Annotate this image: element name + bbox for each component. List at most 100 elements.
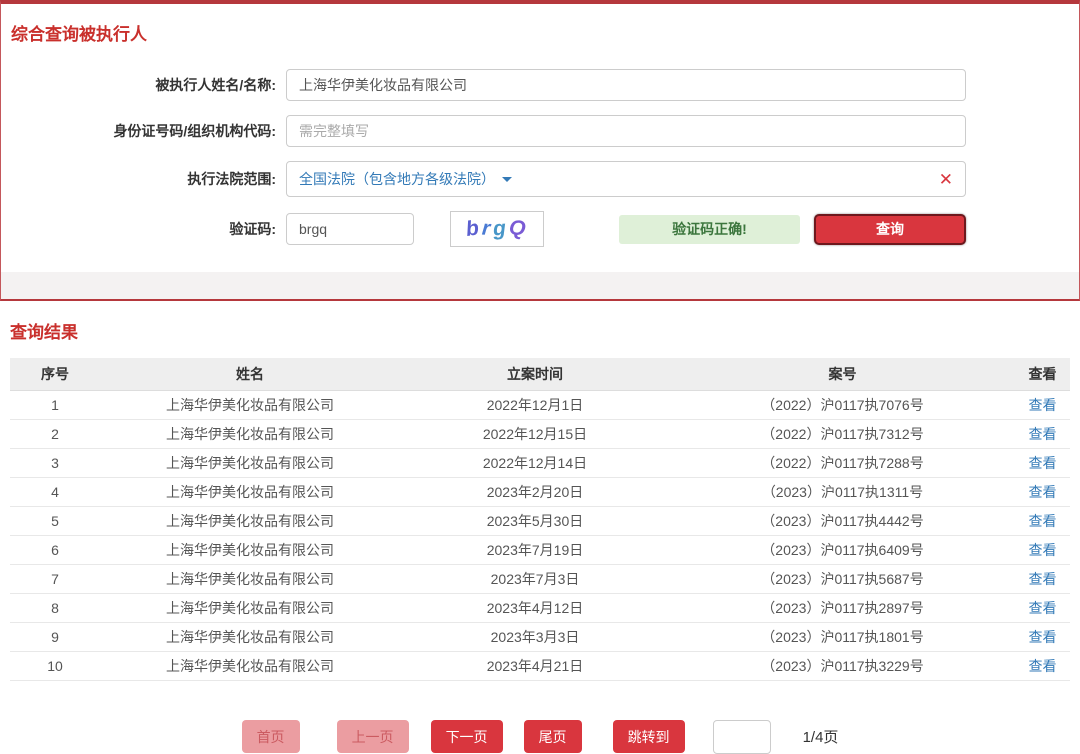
first-page-button[interactable]: 首页 <box>242 720 300 753</box>
row-date: 2023年5月30日 <box>400 506 670 535</box>
row-name: 上海华伊美化妆品有限公司 <box>100 622 400 651</box>
results-table: 序号 姓名 立案时间 案号 查看 1 上海华伊美化妆品有限公司 2022年12月… <box>10 358 1070 681</box>
results-title: 查询结果 <box>10 318 1070 343</box>
id-input[interactable] <box>286 115 966 147</box>
row-date: 2023年2月20日 <box>400 477 670 506</box>
row-name: 上海华伊美化妆品有限公司 <box>100 535 400 564</box>
row-name: 上海华伊美化妆品有限公司 <box>100 593 400 622</box>
row-name: 上海华伊美化妆品有限公司 <box>100 419 400 448</box>
view-link[interactable]: 查看 <box>1029 600 1057 616</box>
table-row: 10 上海华伊美化妆品有限公司 2023年4月21日 （2023）沪0117执3… <box>10 651 1070 680</box>
captcha-field-row: 验证码: b r g Q 验证码正确! 查询 <box>1 211 1079 247</box>
view-link[interactable]: 查看 <box>1029 397 1057 413</box>
row-name: 上海华伊美化妆品有限公司 <box>100 506 400 535</box>
table-row: 7 上海华伊美化妆品有限公司 2023年7月3日 （2023）沪0117执568… <box>10 564 1070 593</box>
row-date: 2023年4月12日 <box>400 593 670 622</box>
row-index: 6 <box>10 535 100 564</box>
row-case-no: （2022）沪0117执7288号 <box>670 448 1015 477</box>
table-row: 6 上海华伊美化妆品有限公司 2023年7月19日 （2023）沪0117执64… <box>10 535 1070 564</box>
row-date: 2022年12月15日 <box>400 419 670 448</box>
page-info-text: 1/4页 <box>803 726 839 747</box>
table-row: 9 上海华伊美化妆品有限公司 2023年3月3日 （2023）沪0117执180… <box>10 622 1070 651</box>
col-header-case: 案号 <box>670 358 1015 390</box>
row-case-no: （2023）沪0117执4442号 <box>670 506 1015 535</box>
court-field-row: 执行法院范围: 全国法院（包含地方各级法院） ✕ <box>1 161 1079 197</box>
table-row: 1 上海华伊美化妆品有限公司 2022年12月1日 （2022）沪0117执70… <box>10 390 1070 419</box>
panel-footer-strip <box>1 272 1079 299</box>
col-header-name: 姓名 <box>100 358 400 390</box>
view-link[interactable]: 查看 <box>1029 629 1057 645</box>
row-case-no: （2023）沪0117执5687号 <box>670 564 1015 593</box>
row-date: 2023年4月21日 <box>400 651 670 680</box>
name-field-row: 被执行人姓名/名称: <box>1 69 1079 101</box>
row-index: 7 <box>10 564 100 593</box>
table-row: 5 上海华伊美化妆品有限公司 2023年5月30日 （2023）沪0117执44… <box>10 506 1070 535</box>
view-link[interactable]: 查看 <box>1029 455 1057 471</box>
table-row: 4 上海华伊美化妆品有限公司 2023年2月20日 （2023）沪0117执13… <box>10 477 1070 506</box>
results-section: 查询结果 序号 姓名 立案时间 案号 查看 1 上海华伊美化妆品有限公司 202… <box>0 318 1080 754</box>
caret-down-icon <box>502 177 512 182</box>
row-date: 2023年7月19日 <box>400 535 670 564</box>
row-index: 4 <box>10 477 100 506</box>
row-date: 2023年7月3日 <box>400 564 670 593</box>
captcha-input[interactable] <box>286 213 414 245</box>
court-scope-value: 全国法院（包含地方各级法院） <box>299 169 495 189</box>
row-case-no: （2023）沪0117执3229号 <box>670 651 1015 680</box>
row-date: 2022年12月14日 <box>400 448 670 477</box>
jump-page-input[interactable] <box>713 720 771 754</box>
row-name: 上海华伊美化妆品有限公司 <box>100 390 400 419</box>
query-panel-title: 综合查询被执行人 <box>1 4 1079 45</box>
view-link[interactable]: 查看 <box>1029 658 1057 674</box>
row-index: 2 <box>10 419 100 448</box>
captcha-letter: Q <box>507 216 529 242</box>
row-case-no: （2022）沪0117执7312号 <box>670 419 1015 448</box>
view-link[interactable]: 查看 <box>1029 426 1057 442</box>
row-name: 上海华伊美化妆品有限公司 <box>100 651 400 680</box>
last-page-button[interactable]: 尾页 <box>524 720 582 753</box>
query-panel: 综合查询被执行人 被执行人姓名/名称: 身份证号码/组织机构代码: 执行法院范围… <box>0 0 1080 301</box>
clear-court-icon[interactable]: ✕ <box>939 171 953 188</box>
court-scope-dropdown[interactable]: 全国法院（包含地方各级法院） <box>299 169 512 189</box>
next-page-button[interactable]: 下一页 <box>431 720 503 753</box>
row-index: 1 <box>10 390 100 419</box>
table-row: 8 上海华伊美化妆品有限公司 2023年4月12日 （2023）沪0117执28… <box>10 593 1070 622</box>
pagination-bar: 首页 上一页 下一页 尾页 跳转到 1/4页 <box>10 720 1070 754</box>
view-link[interactable]: 查看 <box>1029 513 1057 529</box>
id-field-row: 身份证号码/组织机构代码: <box>1 115 1079 147</box>
view-link[interactable]: 查看 <box>1029 542 1057 558</box>
row-date: 2023年3月3日 <box>400 622 670 651</box>
row-index: 3 <box>10 448 100 477</box>
name-input[interactable] <box>286 69 966 101</box>
court-scope-box: 全国法院（包含地方各级法院） ✕ <box>286 161 966 197</box>
query-button[interactable]: 查询 <box>814 214 966 245</box>
row-case-no: （2023）沪0117执6409号 <box>670 535 1015 564</box>
col-header-view: 查看 <box>1015 358 1070 390</box>
id-field-label: 身份证号码/组织机构代码: <box>1 121 286 141</box>
row-index: 5 <box>10 506 100 535</box>
view-link[interactable]: 查看 <box>1029 571 1057 587</box>
court-field-label: 执行法院范围: <box>1 169 286 189</box>
captcha-status-message: 验证码正确! <box>619 215 800 244</box>
row-index: 9 <box>10 622 100 651</box>
row-name: 上海华伊美化妆品有限公司 <box>100 564 400 593</box>
row-case-no: （2023）沪0117执2897号 <box>670 593 1015 622</box>
col-header-date: 立案时间 <box>400 358 670 390</box>
row-case-no: （2023）沪0117执1311号 <box>670 477 1015 506</box>
jump-to-button[interactable]: 跳转到 <box>613 720 685 753</box>
table-header-row: 序号 姓名 立案时间 案号 查看 <box>10 358 1070 390</box>
captcha-image[interactable]: b r g Q <box>450 211 544 247</box>
row-name: 上海华伊美化妆品有限公司 <box>100 477 400 506</box>
view-link[interactable]: 查看 <box>1029 484 1057 500</box>
query-form: 被执行人姓名/名称: 身份证号码/组织机构代码: 执行法院范围: 全国法院（包含… <box>1 69 1079 247</box>
col-header-no: 序号 <box>10 358 100 390</box>
row-date: 2022年12月1日 <box>400 390 670 419</box>
prev-page-button[interactable]: 上一页 <box>337 720 409 753</box>
table-row: 2 上海华伊美化妆品有限公司 2022年12月15日 （2022）沪0117执7… <box>10 419 1070 448</box>
row-index: 8 <box>10 593 100 622</box>
table-row: 3 上海华伊美化妆品有限公司 2022年12月14日 （2022）沪0117执7… <box>10 448 1070 477</box>
row-name: 上海华伊美化妆品有限公司 <box>100 448 400 477</box>
name-field-label: 被执行人姓名/名称: <box>1 75 286 95</box>
row-index: 10 <box>10 651 100 680</box>
row-case-no: （2022）沪0117执7076号 <box>670 390 1015 419</box>
row-case-no: （2023）沪0117执1801号 <box>670 622 1015 651</box>
